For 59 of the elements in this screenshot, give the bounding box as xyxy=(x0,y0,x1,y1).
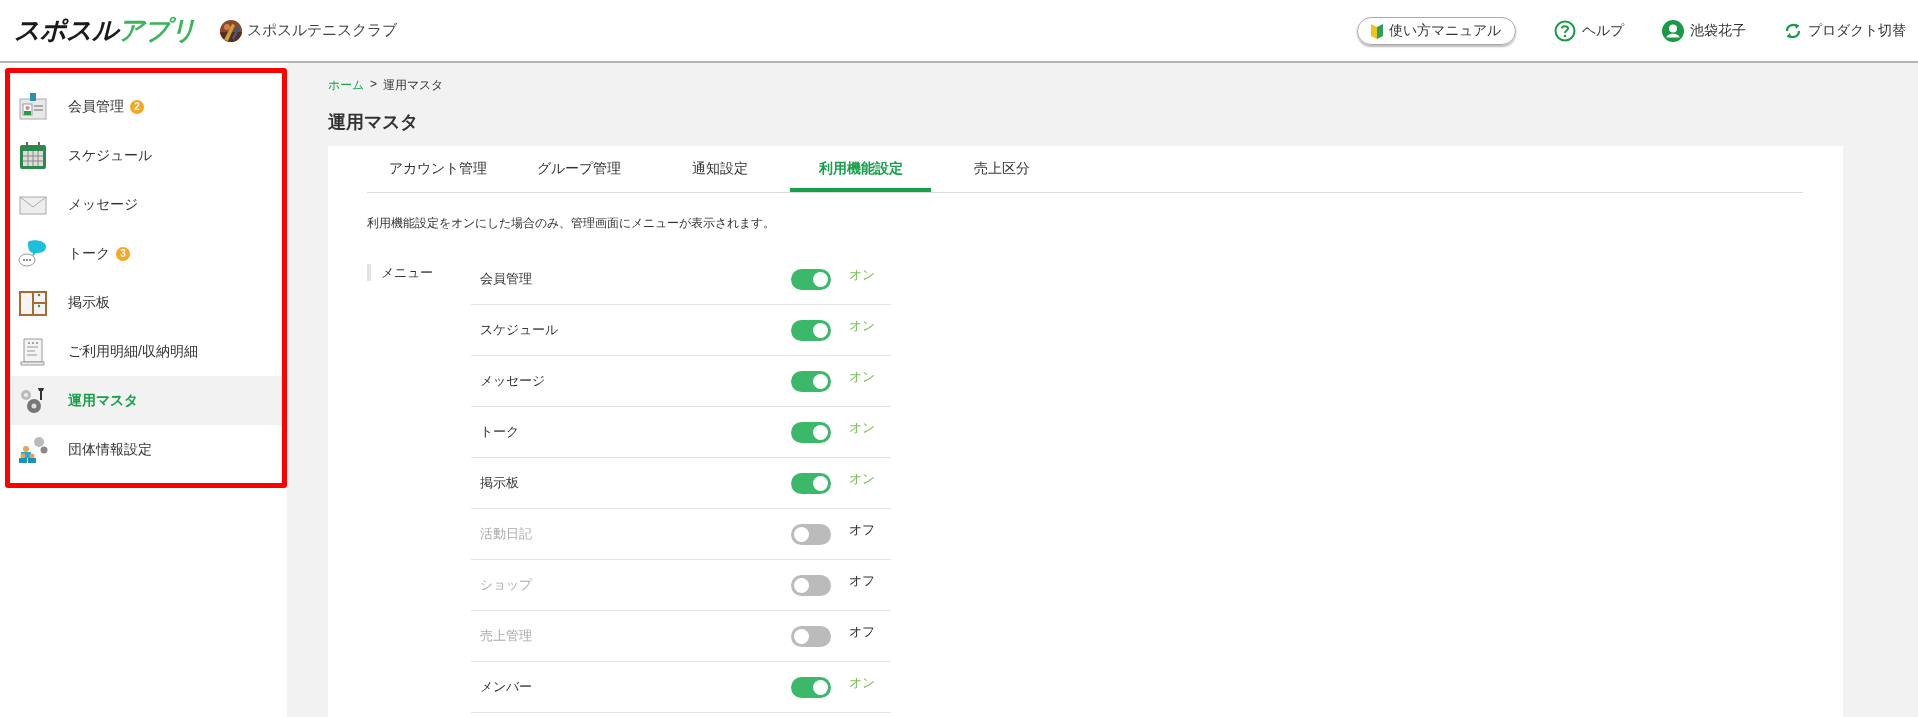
count-badge: 2 xyxy=(130,99,144,114)
tab[interactable]: 通知設定 xyxy=(649,146,790,192)
toggle-state: オン xyxy=(849,419,875,437)
toggle-state: オン xyxy=(849,470,875,488)
speech-bubbles-icon xyxy=(18,238,48,269)
toggle-switch[interactable] xyxy=(791,268,831,290)
breadcrumb-current: 運用マスタ xyxy=(383,77,443,94)
feature-name: メッセージ xyxy=(480,372,546,390)
toggle-switch[interactable] xyxy=(791,625,831,647)
toggle-switch[interactable] xyxy=(791,370,831,392)
feature-name: 売上管理 xyxy=(480,627,533,645)
app-logo[interactable]: スポスルアプリ xyxy=(14,13,196,48)
toggle-switch[interactable] xyxy=(791,472,831,494)
member-card-icon xyxy=(18,91,48,122)
receipt-icon xyxy=(18,336,48,367)
section-label: メニュー xyxy=(367,264,461,281)
toggle-state: オフ xyxy=(849,521,875,539)
feature-name: 会員管理 xyxy=(480,270,533,288)
toggle-state: オフ xyxy=(849,572,875,590)
feature-name: 掲示板 xyxy=(480,474,520,492)
feature-name: ショップ xyxy=(480,576,534,594)
toggle-switch[interactable] xyxy=(791,319,831,341)
user-menu[interactable]: 池袋花子 xyxy=(1662,19,1746,42)
beginner-mark-icon xyxy=(1370,21,1384,40)
product-switch-link[interactable]: プロダクト切替 xyxy=(1784,21,1906,40)
page-title: 運用マスタ xyxy=(328,111,419,134)
toggle-state: オン xyxy=(849,317,875,335)
count-badge: 3 xyxy=(116,246,130,261)
user-icon xyxy=(1662,19,1684,42)
calendar-icon xyxy=(18,140,48,171)
toggle-state: オン xyxy=(849,674,875,692)
feature-name: 活動日記 xyxy=(480,525,533,543)
toggle-switch[interactable] xyxy=(791,574,831,596)
sidebar-item[interactable]: スケジュール xyxy=(10,131,282,180)
club-name: スポスルテニスクラブ xyxy=(247,21,397,40)
sidebar-item[interactable]: トーク 3 xyxy=(10,229,282,278)
tab[interactable]: アカウント管理 xyxy=(367,146,508,192)
sidebar-item[interactable]: 団体情報設定 xyxy=(10,425,282,474)
toggle-switch[interactable] xyxy=(791,676,831,698)
toggle-state: オン xyxy=(849,266,875,284)
people-gears-icon xyxy=(18,434,48,465)
sidebar-item[interactable]: メッセージ xyxy=(10,180,282,229)
refresh-icon xyxy=(1784,21,1802,40)
toggle-switch[interactable] xyxy=(791,523,831,545)
help-link[interactable]: ヘルプ xyxy=(1554,19,1624,42)
description-text: 利用機能設定をオンにした場合のみ、管理画面にメニューが表示されます。 xyxy=(367,215,776,232)
feature-name: トーク xyxy=(480,423,520,441)
tab[interactable]: グループ管理 xyxy=(508,146,649,192)
help-icon xyxy=(1554,19,1576,42)
breadcrumb-separator: > xyxy=(370,77,377,93)
feature-name: メンバー xyxy=(480,678,533,696)
toggle-state: オン xyxy=(849,368,875,386)
sidebar-item[interactable]: ご利用明細/収納明細 xyxy=(10,327,282,376)
toggle-state: オフ xyxy=(849,623,875,641)
sidebar-item[interactable]: 会員管理 2 xyxy=(10,82,282,131)
feature-name: スケジュール xyxy=(480,321,559,339)
toggle-switch[interactable] xyxy=(791,421,831,443)
sidebar-item[interactable]: 掲示板 xyxy=(10,278,282,327)
tab[interactable]: 売上区分 xyxy=(931,146,1072,192)
